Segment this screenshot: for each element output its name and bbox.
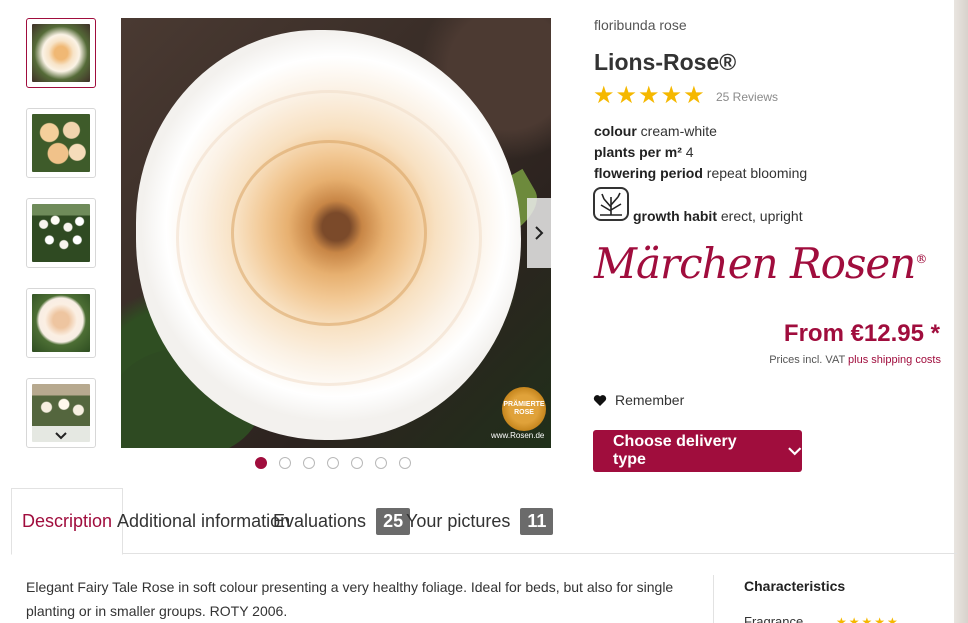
characteristic-label: Fragrance <box>744 614 804 623</box>
chevron-right-icon <box>535 226 544 240</box>
thumbnail-image <box>32 204 90 262</box>
thumbnail-1[interactable] <box>26 18 96 88</box>
star-icon: ★ <box>683 82 705 109</box>
tab-label: Description <box>22 511 113 531</box>
thumbnail-2[interactable] <box>26 108 96 178</box>
thumbnail-3[interactable] <box>26 198 96 268</box>
product-title: Lions-Rose® <box>594 49 737 75</box>
count-badge: 25 <box>376 507 411 535</box>
product-price: From €12.95 * <box>783 320 940 347</box>
slide-dot[interactable] <box>327 457 339 469</box>
tab-label: Additional information <box>117 510 291 531</box>
property-label: plants per m² <box>594 144 682 160</box>
shrub-icon <box>600 192 622 216</box>
remember-button[interactable]: Remember <box>593 392 684 408</box>
property-label: colour <box>594 123 637 139</box>
tab-label: Your pictures <box>406 510 511 531</box>
heart-icon <box>593 394 607 406</box>
property-value: erect, upright <box>720 208 803 224</box>
tab-evaluations[interactable]: Evaluations 25 <box>273 488 411 554</box>
thumbnail-strip <box>26 18 96 448</box>
property-value: cream-white <box>640 123 717 139</box>
property-colour: colour cream-white <box>594 123 717 139</box>
badge-text: PRÄMIERTE ROSE <box>503 401 545 416</box>
chevron-down-icon <box>787 447 801 456</box>
brand-name: Märchen Rosen <box>594 239 916 288</box>
thumbnail-image <box>32 294 90 352</box>
chevron-down-icon <box>55 432 67 440</box>
divider <box>713 575 714 623</box>
growth-habit-icon <box>593 187 629 221</box>
property-flowering-period: flowering period repeat blooming <box>594 165 807 181</box>
thumbnail-scroll-down-button[interactable] <box>32 426 90 446</box>
tab-label: Evaluations <box>273 510 367 531</box>
rating-stars: ★ ★ ★ ★ ★ <box>593 84 705 108</box>
slide-dot[interactable] <box>351 457 363 469</box>
property-label: growth habit <box>633 208 717 224</box>
slide-dot[interactable] <box>255 457 267 469</box>
product-description: Elegant Fairy Tale Rose in soft colour p… <box>26 579 674 619</box>
next-image-button[interactable] <box>527 198 551 268</box>
premiere-rose-badge: PRÄMIERTE ROSE <box>502 387 546 431</box>
slide-dot[interactable] <box>375 457 387 469</box>
slide-dot[interactable] <box>303 457 315 469</box>
star-icon: ★ <box>593 82 615 109</box>
brand-mark: ® <box>915 252 927 266</box>
thumbnail-image <box>32 114 90 172</box>
property-value: 4 <box>685 144 694 160</box>
brand-logo: Märchen Rosen® <box>594 239 927 288</box>
star-icon: ★ <box>660 82 683 109</box>
slide-dot[interactable] <box>279 457 291 469</box>
choose-delivery-type-button[interactable]: Choose delivery type <box>593 430 802 472</box>
main-product-image: PRÄMIERTE ROSE www.Rosen.de <box>121 18 551 448</box>
characteristics-title: Characteristics <box>744 578 846 594</box>
count-badge: 11 <box>520 507 554 535</box>
rose-bloom <box>136 30 521 440</box>
thumbnail-4[interactable] <box>26 288 96 358</box>
shipping-costs-link[interactable]: plus shipping costs <box>848 354 941 366</box>
property-plants-per-m2: plants per m² 4 <box>594 144 694 160</box>
vat-text: Prices incl. VAT <box>769 354 845 366</box>
tab-description[interactable]: Description <box>11 488 124 555</box>
reviews-link[interactable]: 25 Reviews <box>716 90 778 104</box>
slide-dot[interactable] <box>399 457 411 469</box>
fragrance-rating-stars: ★★★★★ <box>836 615 900 623</box>
vat-note: Prices incl. VAT plus shipping costs <box>769 354 941 366</box>
slide-dots <box>255 457 411 469</box>
property-value: repeat blooming <box>706 165 808 181</box>
star-icon: ★ <box>615 82 638 109</box>
product-tabs: Description Additional information Evalu… <box>11 488 957 555</box>
property-label: flowering period <box>594 165 703 181</box>
star-icon: ★ <box>638 82 660 109</box>
image-watermark: www.Rosen.de <box>491 431 545 440</box>
remember-label: Remember <box>615 392 685 408</box>
thumbnail-image <box>32 24 90 82</box>
tab-additional-information[interactable]: Additional information <box>117 488 290 554</box>
product-category: floribunda rose <box>594 17 687 33</box>
delivery-button-label: Choose delivery type <box>613 433 737 468</box>
tab-your-pictures[interactable]: Your pictures 11 <box>406 488 554 554</box>
property-growth-habit: growth habit erect, upright <box>633 208 803 224</box>
